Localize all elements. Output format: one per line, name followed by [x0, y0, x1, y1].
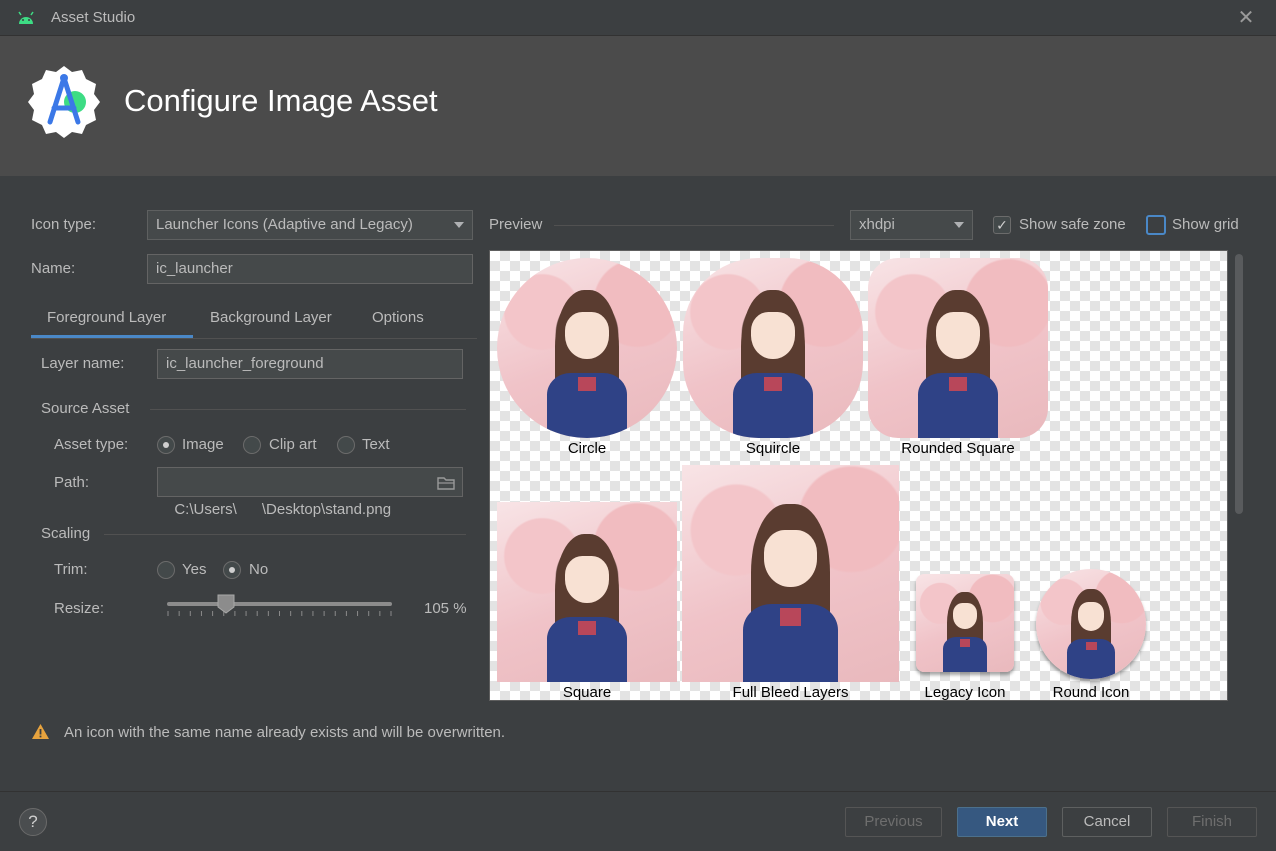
resize-value: 105 %: [424, 600, 467, 617]
close-icon[interactable]: ✕: [1236, 6, 1256, 30]
trim-label: Trim:: [54, 561, 88, 578]
preview-divider: [554, 225, 834, 226]
warning-text: An icon with the same name already exist…: [64, 724, 506, 741]
icon-type-value: Launcher Icons (Adaptive and Legacy): [156, 216, 413, 233]
android-icon: [18, 11, 34, 24]
name-input[interactable]: ic_launcher: [147, 254, 473, 284]
layer-name-label: Layer name:: [41, 355, 125, 372]
scrollbar-thumb[interactable]: [1235, 254, 1243, 514]
finish-button[interactable]: Finish: [1167, 807, 1257, 837]
legacy-icon-preview: [916, 574, 1014, 672]
caption-squircle: Squircle: [745, 440, 801, 457]
asset-type-clipart-radio[interactable]: [243, 436, 261, 454]
tab-options[interactable]: Options: [372, 309, 424, 326]
path-input[interactable]: C:\Users\ \Desktop\stand.png: [157, 467, 463, 518]
cancel-button[interactable]: Cancel: [1062, 807, 1152, 837]
show-safe-zone-label[interactable]: Show safe zone: [1019, 216, 1126, 233]
asset-type-image-label[interactable]: Image: [182, 436, 224, 453]
path-value: C:\Users\ \Desktop\stand.png: [174, 501, 392, 518]
show-grid-label[interactable]: Show grid: [1172, 216, 1239, 233]
asset-type-clipart-label[interactable]: Clip art: [269, 436, 317, 453]
chevron-down-icon: [454, 222, 464, 228]
wizard-footer: ? Previous Next Cancel Finish: [0, 791, 1276, 851]
folder-icon[interactable]: [437, 476, 455, 490]
caption-rounded-square: Rounded Square: [901, 440, 1015, 457]
tab-background-layer[interactable]: Background Layer: [210, 309, 332, 326]
trim-yes-label[interactable]: Yes: [182, 561, 206, 578]
trim-no-label[interactable]: No: [249, 561, 268, 578]
wizard-header: Configure Image Asset: [0, 36, 1276, 176]
asset-type-image-radio[interactable]: [157, 436, 175, 454]
caption-square: Square: [562, 684, 612, 701]
caption-legacy-icon: Legacy Icon: [924, 684, 1006, 701]
asset-type-label: Asset type:: [54, 436, 129, 453]
slider-thumb[interactable]: [217, 594, 235, 614]
icon-type-label: Icon type:: [31, 216, 97, 233]
circle-icon-preview: [497, 258, 677, 438]
full-bleed-layers-preview: [682, 465, 899, 682]
tab-divider: [31, 338, 477, 339]
next-button[interactable]: Next: [957, 807, 1047, 837]
chevron-down-icon: [954, 222, 964, 228]
slider-ticks: [167, 611, 392, 616]
asset-type-text-radio[interactable]: [337, 436, 355, 454]
slider-track: [167, 602, 392, 606]
density-select[interactable]: xhdpi: [850, 210, 973, 240]
icon-type-select[interactable]: Launcher Icons (Adaptive and Legacy): [147, 210, 473, 240]
window-title: Asset Studio: [51, 9, 136, 26]
previous-button[interactable]: Previous: [845, 807, 942, 837]
trim-yes-radio[interactable]: [157, 561, 175, 579]
resize-slider[interactable]: [167, 594, 392, 624]
trim-no-radio[interactable]: [223, 561, 241, 579]
source-asset-divider: [150, 409, 466, 410]
title-bar: Asset Studio ✕: [0, 0, 1276, 36]
path-label: Path:: [54, 474, 90, 491]
tab-foreground-layer[interactable]: Foreground Layer: [47, 309, 166, 326]
show-grid-checkbox[interactable]: [1146, 215, 1166, 235]
caption-full-bleed-layers: Full Bleed Layers: [732, 684, 849, 701]
help-button[interactable]: ?: [19, 808, 47, 836]
scaling-divider: [104, 534, 466, 535]
caption-circle: Circle: [567, 440, 607, 457]
density-value: xhdpi: [859, 216, 895, 233]
android-studio-logo: [28, 66, 100, 138]
scaling-title: Scaling: [41, 525, 91, 542]
source-asset-title: Source Asset: [41, 400, 130, 417]
squircle-icon-preview: [683, 258, 863, 438]
layer-name-input[interactable]: ic_launcher_foreground: [157, 349, 463, 379]
preview-scrollbar[interactable]: [1234, 252, 1244, 700]
resize-label: Resize:: [54, 600, 105, 617]
warning-icon: [32, 724, 49, 739]
page-title: Configure Image Asset: [124, 83, 438, 118]
asset-type-text-label[interactable]: Text: [362, 436, 390, 453]
caption-round-icon: Round Icon: [1052, 684, 1130, 701]
round-icon-preview: [1036, 569, 1146, 679]
preview-label: Preview: [489, 216, 543, 233]
rounded-square-icon-preview: [868, 258, 1048, 438]
show-safe-zone-checkbox[interactable]: ✓: [993, 216, 1011, 234]
name-label: Name:: [31, 260, 76, 277]
preview-canvas: Circle Squircle Rounded Square Square Fu…: [489, 250, 1228, 701]
square-icon-preview: [497, 502, 677, 682]
